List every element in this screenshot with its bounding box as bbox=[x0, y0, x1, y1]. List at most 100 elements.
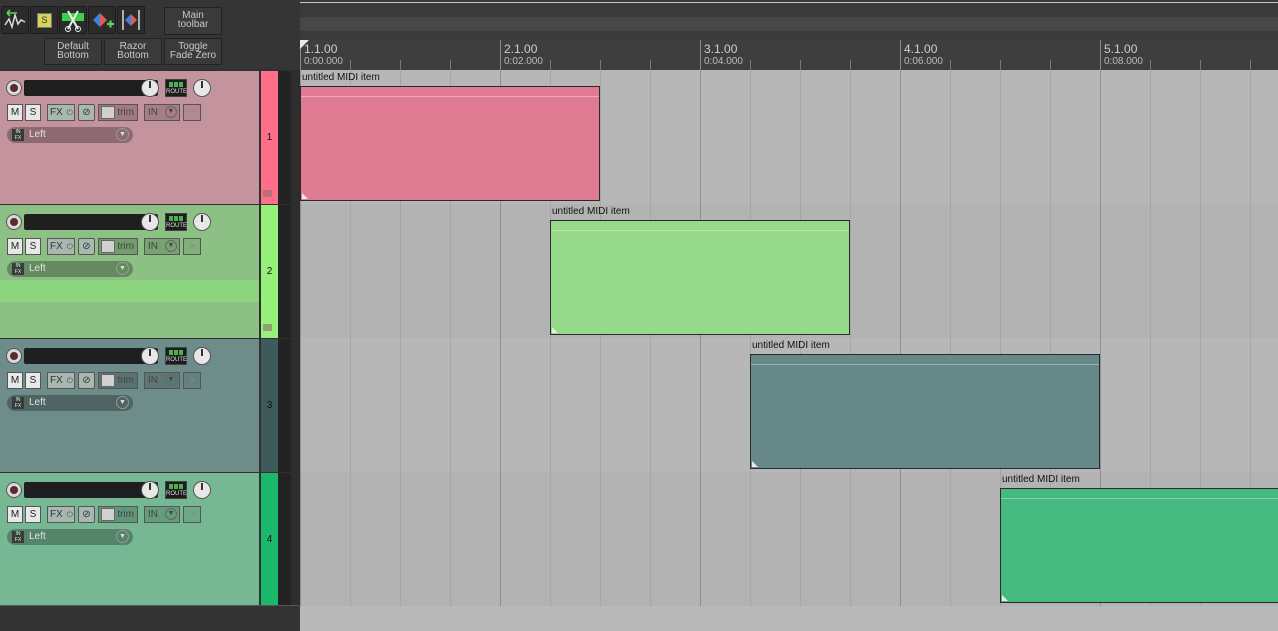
record-arm-button[interactable] bbox=[6, 482, 22, 498]
fx-button[interactable]: FX ⏻ bbox=[47, 104, 75, 121]
record-arm-button[interactable] bbox=[6, 80, 22, 96]
solo-icon[interactable]: S bbox=[30, 6, 58, 34]
input-channel-dropdown[interactable]: IN FX Left ▼ bbox=[7, 261, 133, 277]
midi-item[interactable]: untitled MIDI item bbox=[550, 206, 850, 336]
track-name-field[interactable] bbox=[24, 482, 158, 498]
midi-item-body[interactable] bbox=[550, 220, 850, 335]
route-button[interactable]: ROUTE bbox=[165, 213, 187, 231]
razor-cut-icon[interactable] bbox=[59, 6, 87, 34]
volume-knob[interactable] bbox=[141, 347, 159, 365]
fx-button[interactable]: FX ⏻ bbox=[47, 506, 75, 523]
route-button[interactable]: ROUTE bbox=[165, 79, 187, 97]
arrange-view[interactable]: untitled MIDI item untitled MIDI item un… bbox=[300, 70, 1278, 631]
arrange-empty-area[interactable] bbox=[300, 606, 1278, 631]
mute-button[interactable]: M bbox=[7, 104, 23, 121]
input-channel-dropdown[interactable]: IN FX Left ▼ bbox=[7, 127, 133, 143]
midi-item[interactable]: untitled MIDI item bbox=[750, 340, 1100, 470]
main-toolbar-button[interactable]: Main toolbar bbox=[164, 7, 222, 35]
playhead-marker-icon[interactable] bbox=[300, 40, 309, 49]
midi-item-label[interactable]: untitled MIDI item bbox=[752, 340, 830, 351]
volume-knob[interactable] bbox=[141, 481, 159, 499]
envelope-button[interactable]: trim bbox=[98, 104, 138, 121]
track-2[interactable]: ROUTE M S FX ⏻ ⊘ trim IN ▼ > IN FX Left ▼ 2 bbox=[0, 204, 300, 338]
monitor-button[interactable]: > bbox=[183, 372, 201, 389]
envelope-button[interactable]: trim bbox=[98, 238, 138, 255]
beat-tick bbox=[1000, 60, 1001, 70]
fx-bypass-icon[interactable]: ⏻ bbox=[67, 105, 73, 120]
solo-button[interactable]: S bbox=[25, 372, 41, 389]
fade-handle-icon[interactable] bbox=[752, 461, 758, 467]
input-select-button[interactable]: IN ▼ bbox=[144, 104, 180, 121]
midi-item-body[interactable] bbox=[750, 354, 1100, 469]
chevron-down-icon: ▼ bbox=[116, 262, 129, 275]
route-button[interactable]: ROUTE bbox=[165, 481, 187, 499]
fade-handle-icon[interactable] bbox=[302, 193, 308, 199]
time-selection-icon[interactable] bbox=[117, 6, 145, 34]
mute-button[interactable]: M bbox=[7, 372, 23, 389]
mute-button[interactable]: M bbox=[7, 506, 23, 523]
toggle-fade-zero-button[interactable]: Toggle Fade Zero bbox=[164, 38, 222, 65]
solo-button[interactable]: S bbox=[25, 238, 41, 255]
fx-bypass-icon[interactable]: ⏻ bbox=[67, 507, 73, 522]
record-arm-button[interactable] bbox=[6, 348, 22, 364]
track-number[interactable]: 3 bbox=[261, 339, 278, 472]
pan-knob[interactable] bbox=[193, 213, 211, 231]
track-number[interactable]: 1 bbox=[261, 71, 278, 204]
volume-knob[interactable] bbox=[141, 213, 159, 231]
default-bottom-button[interactable]: Default Bottom bbox=[44, 38, 102, 65]
folder-icon[interactable] bbox=[263, 190, 272, 197]
midi-item[interactable]: untitled MIDI item bbox=[300, 72, 600, 202]
input-channel-dropdown[interactable]: IN FX Left ▼ bbox=[7, 395, 133, 411]
envelope-button[interactable]: trim bbox=[98, 506, 138, 523]
marker-add-icon[interactable] bbox=[88, 6, 116, 34]
input-channel-dropdown[interactable]: IN FX Left ▼ bbox=[7, 529, 133, 545]
pan-knob[interactable] bbox=[193, 481, 211, 499]
midi-item-label[interactable]: untitled MIDI item bbox=[302, 72, 380, 83]
envelope-button[interactable]: trim bbox=[98, 372, 138, 389]
input-select-button[interactable]: IN ▼ bbox=[144, 238, 180, 255]
timeline-ruler[interactable]: 1.1.00 0:00.000 2.1.00 0:02.000 3.1.00 0… bbox=[300, 40, 1278, 70]
undo-waveform-icon[interactable] bbox=[1, 6, 29, 34]
razor-bottom-button[interactable]: Razor Bottom bbox=[104, 38, 162, 65]
input-select-button[interactable]: IN ▼ bbox=[144, 506, 180, 523]
tcp-empty-area[interactable] bbox=[0, 606, 300, 631]
pan-knob[interactable] bbox=[193, 79, 211, 97]
monitor-button[interactable]: > bbox=[183, 104, 201, 121]
fx-bypass-icon[interactable]: ⏻ bbox=[67, 373, 73, 388]
midi-item-body[interactable] bbox=[1000, 488, 1278, 603]
midi-item-label[interactable]: untitled MIDI item bbox=[1002, 474, 1080, 485]
track-number[interactable]: 4 bbox=[261, 473, 278, 606]
tcp-divider[interactable] bbox=[291, 70, 300, 631]
phase-invert-icon[interactable]: ⊘ bbox=[78, 238, 95, 255]
mute-button[interactable]: M bbox=[7, 238, 23, 255]
midi-item[interactable]: untitled MIDI item bbox=[1000, 474, 1278, 604]
track-name-field[interactable] bbox=[24, 348, 158, 364]
phase-invert-icon[interactable]: ⊘ bbox=[78, 372, 95, 389]
midi-item-label[interactable]: untitled MIDI item bbox=[552, 206, 630, 217]
track-3[interactable]: ROUTE M S FX ⏻ ⊘ trim IN ▼ > IN FX Left ▼ 3 bbox=[0, 338, 300, 472]
fx-button[interactable]: FX ⏻ bbox=[47, 238, 75, 255]
fade-handle-icon[interactable] bbox=[552, 327, 558, 333]
solo-button[interactable]: S bbox=[25, 506, 41, 523]
solo-button[interactable]: S bbox=[25, 104, 41, 121]
phase-invert-icon[interactable]: ⊘ bbox=[78, 104, 95, 121]
track-4[interactable]: ROUTE M S FX ⏻ ⊘ trim IN ▼ > IN FX Left ▼ 4 bbox=[0, 472, 300, 606]
track-1[interactable]: ROUTE M S FX ⏻ ⊘ trim IN ▼ > IN FX Left ▼ 1 bbox=[0, 70, 300, 204]
fade-handle-icon[interactable] bbox=[1002, 595, 1008, 601]
track-name-field[interactable] bbox=[24, 214, 158, 230]
input-select-button[interactable]: IN ▼ bbox=[144, 372, 180, 389]
horizontal-scrollbar[interactable] bbox=[300, 17, 1278, 31]
record-arm-button[interactable] bbox=[6, 214, 22, 230]
monitor-button[interactable]: > bbox=[183, 238, 201, 255]
track-number[interactable]: 2 bbox=[261, 205, 278, 338]
monitor-button[interactable]: > bbox=[183, 506, 201, 523]
volume-knob[interactable] bbox=[141, 79, 159, 97]
fx-button[interactable]: FX ⏻ bbox=[47, 372, 75, 389]
fx-bypass-icon[interactable]: ⏻ bbox=[67, 239, 73, 254]
track-name-field[interactable] bbox=[24, 80, 158, 96]
route-button[interactable]: ROUTE bbox=[165, 347, 187, 365]
phase-invert-icon[interactable]: ⊘ bbox=[78, 506, 95, 523]
folder-icon[interactable] bbox=[263, 324, 272, 331]
midi-item-body[interactable] bbox=[300, 86, 600, 201]
pan-knob[interactable] bbox=[193, 347, 211, 365]
